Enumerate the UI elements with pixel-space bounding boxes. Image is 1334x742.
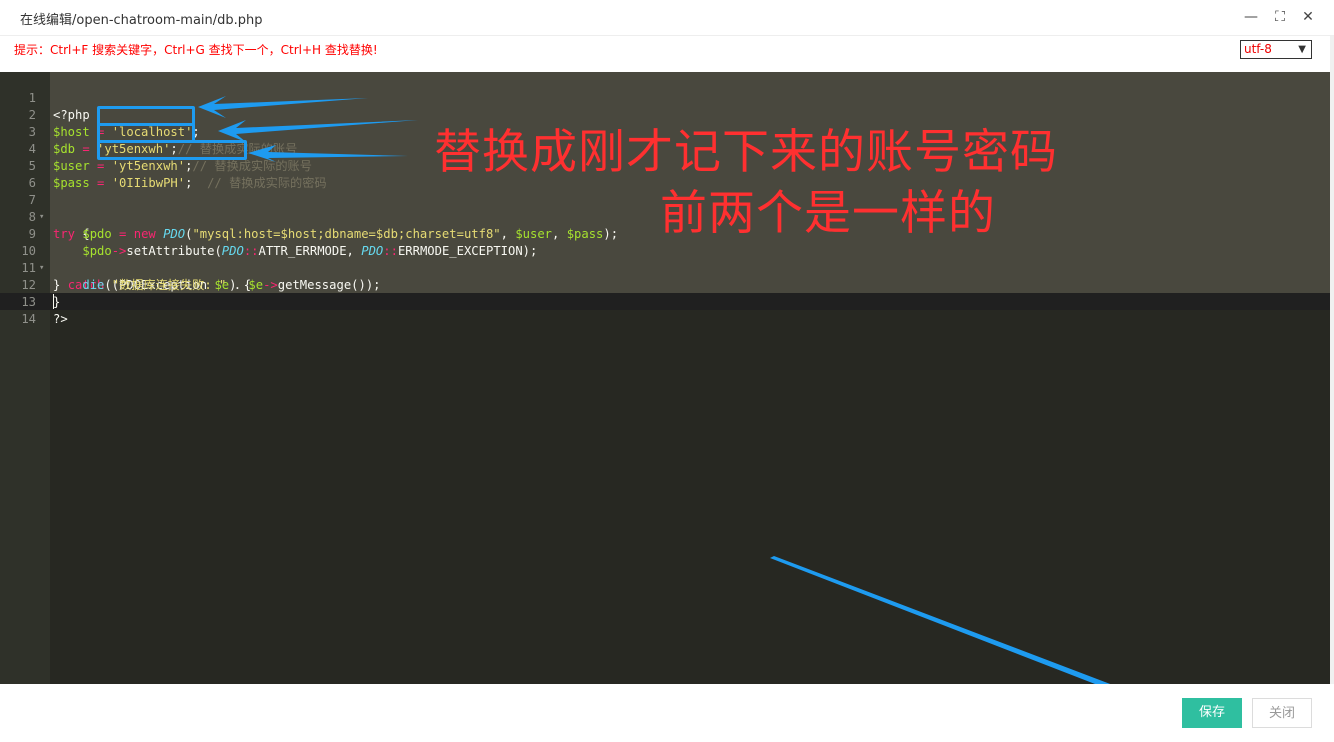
code-token: ?> (53, 312, 68, 326)
encoding-value: utf-8 (1244, 42, 1272, 56)
title-bar: 在线编辑/open-chatroom-main/db.php — ⛶ ✕ (0, 0, 1334, 36)
minimize-icon[interactable]: — (1241, 7, 1261, 27)
code-line[interactable]: 11 die("数据库连接失败: " . $e->getMessage()); (0, 243, 1330, 292)
scrollbar[interactable] (1330, 36, 1334, 742)
annotation-text: 前两个是一样的 (660, 186, 996, 241)
code-line[interactable]: 13 ?> (0, 277, 1330, 326)
encoding-select[interactable]: utf-8 ▼ (1240, 40, 1312, 59)
window-title: 在线编辑/open-chatroom-main/db.php (20, 13, 263, 28)
hint-bar: 提示：Ctrl+F 搜索关键字，Ctrl+G 查找下一个，Ctrl+H 查找替换… (0, 36, 1334, 72)
line-number: 14 (21, 312, 36, 326)
maximize-icon[interactable]: ⛶ (1270, 7, 1290, 27)
dialog-footer (0, 684, 1334, 742)
value-highlight-box (97, 140, 247, 160)
chevron-down-icon: ▼ (1298, 44, 1306, 55)
annotation-text: 替换成刚才记下来的账号密码 (434, 125, 1058, 180)
code-line[interactable]: 14 (0, 294, 1330, 326)
close-button[interactable]: 关闭 (1252, 698, 1312, 728)
save-button[interactable]: 保存 (1182, 698, 1242, 728)
shortcut-hint: 提示：Ctrl+F 搜索关键字，Ctrl+G 查找下一个，Ctrl+H 查找替换… (14, 43, 378, 57)
code-line[interactable]: 12 } (0, 260, 1330, 309)
close-icon[interactable]: ✕ (1298, 7, 1318, 27)
code-line[interactable]: 1 <?php (0, 73, 1330, 122)
code-line[interactable]: 2 $host = 'localhost'; (0, 90, 1330, 139)
